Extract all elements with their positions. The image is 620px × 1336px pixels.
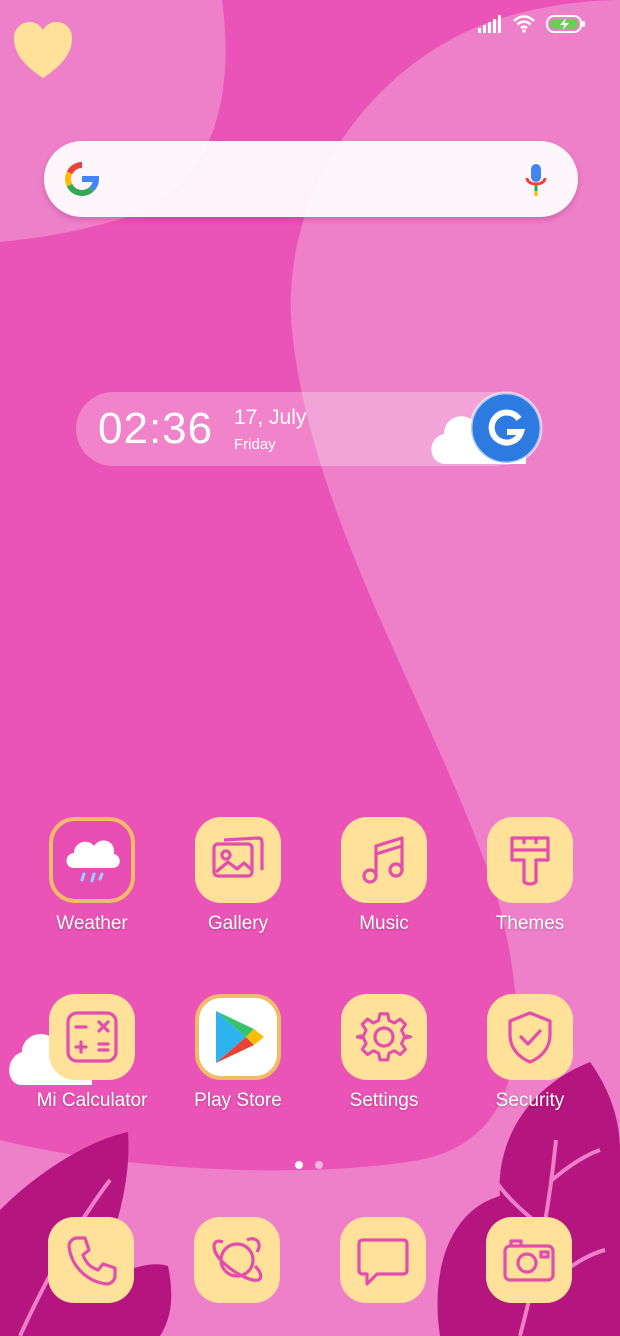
app-themes[interactable]: Themes: [470, 817, 590, 935]
app-mi-calculator[interactable]: Mi Calculator: [32, 994, 152, 1112]
app-label: Security: [495, 1090, 565, 1111]
shield-check-icon: [487, 994, 573, 1080]
app-label: Play Store: [194, 1090, 282, 1111]
google-assistant-icon[interactable]: [426, 386, 548, 470]
microphone-icon[interactable]: [524, 162, 548, 198]
calculator-icon: [49, 994, 135, 1080]
google-search-bar[interactable]: [44, 141, 578, 217]
play-store-icon: [195, 994, 281, 1080]
heart-icon: [14, 22, 72, 78]
clock-time: 02:36: [98, 404, 214, 453]
status-bar: [478, 14, 586, 34]
app-settings[interactable]: Settings: [324, 994, 444, 1112]
browser-planet-icon: [212, 1237, 263, 1282]
page-dot-2[interactable]: [315, 1161, 323, 1169]
camera-icon: [503, 1239, 555, 1282]
paint-brush-icon: [487, 817, 573, 903]
music-note-icon: [341, 817, 427, 903]
phone-icon: [67, 1236, 117, 1286]
signal-bars-icon: [478, 15, 501, 33]
app-label: Music: [359, 913, 409, 934]
page-indicator[interactable]: [295, 1161, 323, 1169]
clock-date: 17, July: [234, 406, 307, 429]
dock-phone[interactable]: [48, 1217, 134, 1303]
gallery-photos-icon: [195, 817, 281, 903]
dock-messages[interactable]: [340, 1217, 426, 1303]
gear-icon: [341, 994, 427, 1080]
app-label: Weather: [56, 913, 128, 934]
app-label: Mi Calculator: [36, 1090, 148, 1111]
wifi-icon: [513, 15, 535, 33]
messages-icon: [357, 1238, 409, 1286]
app-label: Themes: [495, 913, 565, 934]
page-dot-1[interactable]: [295, 1161, 303, 1169]
app-weather[interactable]: Weather: [32, 817, 152, 935]
app-gallery[interactable]: Gallery: [178, 817, 298, 935]
google-g-icon: [65, 162, 100, 196]
app-security[interactable]: Security: [470, 994, 590, 1112]
dock-browser[interactable]: [194, 1217, 280, 1303]
app-music[interactable]: Music: [324, 817, 444, 935]
clock-day: Friday: [234, 436, 276, 453]
app-label: Settings: [349, 1090, 419, 1111]
battery-charging-icon: [546, 15, 585, 33]
rain-cloud-icon: [49, 817, 135, 903]
app-label: Gallery: [207, 913, 269, 934]
dock-camera[interactable]: [486, 1217, 572, 1303]
app-play-store[interactable]: Play Store: [178, 994, 298, 1112]
